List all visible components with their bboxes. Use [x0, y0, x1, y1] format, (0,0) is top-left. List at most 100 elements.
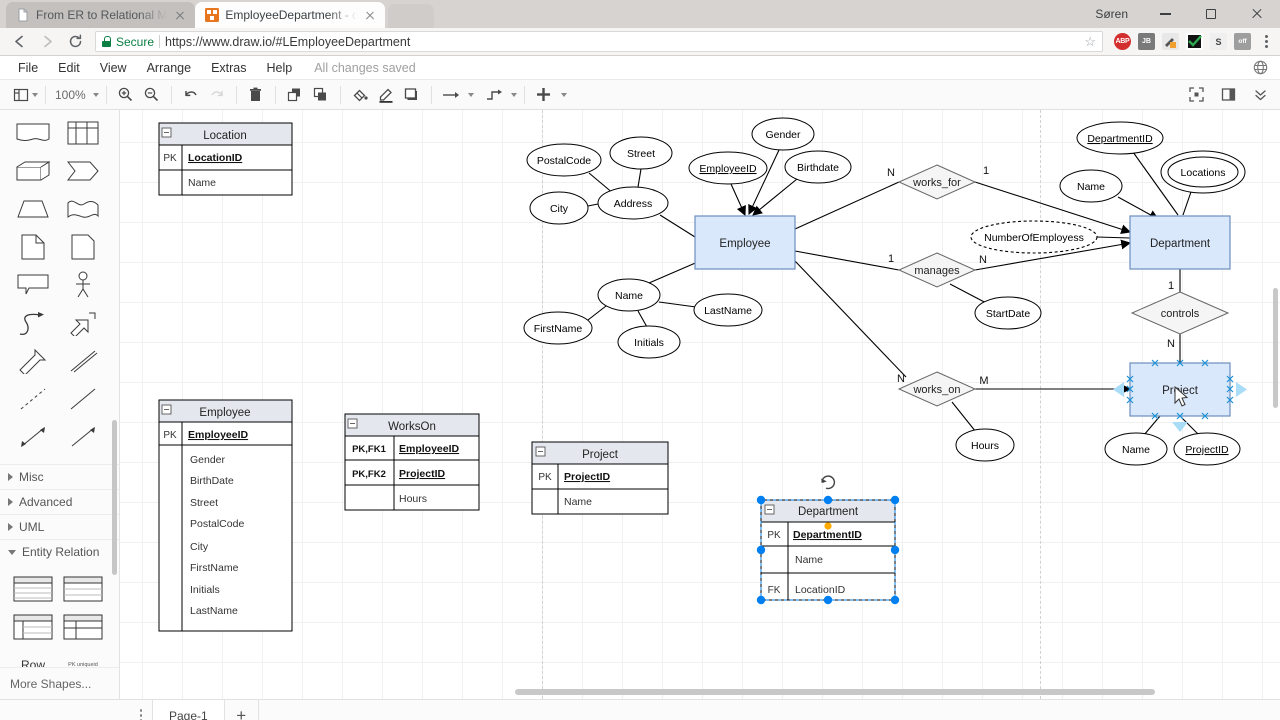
collapse-icon[interactable]	[1248, 83, 1272, 107]
page-menu-icon[interactable]	[130, 709, 152, 720]
browser-tab-2[interactable]: EmployeeDepartment - d	[195, 2, 386, 28]
menu-extras[interactable]: Extras	[201, 56, 256, 80]
drawio-icon	[205, 8, 220, 22]
more-shapes-label: More Shapes...	[10, 676, 92, 691]
table-location[interactable]: Location PK LocationID Name	[158, 122, 293, 196]
shape-block-arrow-icon[interactable]	[8, 342, 58, 380]
shadow-icon[interactable]	[400, 83, 424, 107]
menu-edit[interactable]: Edit	[48, 56, 90, 80]
insert-icon[interactable]	[532, 83, 556, 107]
cardinality-m-workson-right: M	[979, 375, 988, 387]
table-row-key: PK	[163, 430, 177, 441]
sidebar-section-misc[interactable]: Misc	[0, 464, 119, 489]
menu-file[interactable]: File	[8, 56, 48, 80]
shape-dashed-line-icon[interactable]	[8, 380, 58, 418]
window-minimize-button[interactable]	[1142, 0, 1188, 28]
sidebar-section-entity-relation-label: Entity Relation	[22, 545, 100, 559]
s-icon[interactable]: S	[1210, 33, 1227, 50]
table-employee[interactable]: Employee PK EmployeeID Gender BirthDate …	[158, 399, 293, 632]
to-back-icon[interactable]	[309, 83, 333, 107]
shape-actor-icon[interactable]	[58, 266, 108, 304]
shape-double-line-icon[interactable]	[58, 342, 108, 380]
zoom-level-label[interactable]: 100%	[53, 88, 88, 102]
table-department[interactable]: Department PK DepartmentID Name FK Locat…	[756, 475, 900, 605]
browser-tab-1-title: From ER to Relational M	[36, 8, 168, 22]
sidebar-section-uml[interactable]: UML	[0, 514, 119, 539]
er-shape-table4-icon[interactable]	[58, 608, 108, 646]
jb-icon[interactable]: JB	[1138, 33, 1155, 50]
fullscreen-icon[interactable]	[1184, 83, 1208, 107]
new-tab-button[interactable]	[388, 4, 435, 28]
waypoints-icon[interactable]	[482, 83, 506, 107]
add-page-button[interactable]: +	[225, 699, 259, 720]
abp-icon[interactable]: ABP	[1114, 33, 1131, 50]
bookmark-star-icon[interactable]: ☆	[1084, 34, 1096, 50]
sidebar-section-entity-relation[interactable]: Entity Relation	[0, 539, 119, 564]
browser-menu-icon[interactable]	[1258, 35, 1274, 48]
er-diagram: works_for manages controls works_on Post…	[158, 117, 1247, 632]
more-shapes-button[interactable]: More Shapes...	[0, 667, 119, 699]
table-row-field: LocationID	[795, 584, 846, 596]
table-workson[interactable]: WorksOn PK,FK1 EmployeeID PK,FK2 Project…	[344, 413, 480, 511]
back-button[interactable]	[6, 29, 32, 55]
menu-view[interactable]: View	[90, 56, 137, 80]
reload-button[interactable]	[62, 29, 88, 55]
address-bar[interactable]: Secure https://www.draw.io/#LEmployeeDep…	[95, 31, 1103, 52]
diagram-canvas[interactable]: works_for manages controls works_on Post…	[120, 110, 1280, 699]
er-shape-table3-icon[interactable]	[8, 608, 58, 646]
redo-icon[interactable]	[205, 83, 229, 107]
view-dropdown-button[interactable]	[13, 83, 38, 107]
table-row-key: PK	[163, 153, 177, 164]
shape-wave-icon[interactable]	[58, 190, 108, 228]
shape-chevron-icon[interactable]	[58, 152, 108, 190]
arrow-style-icon[interactable]	[439, 83, 463, 107]
shape-line-icon[interactable]	[58, 380, 108, 418]
page-tab-page1[interactable]: Page-1	[152, 699, 225, 720]
rotate-handle-icon[interactable]	[821, 475, 836, 490]
er-shape-table1-icon[interactable]	[8, 570, 58, 608]
table-row-key: FK	[768, 585, 781, 596]
shape-callout-icon[interactable]	[8, 266, 58, 304]
window-maximize-button[interactable]	[1188, 0, 1234, 28]
zoom-out-icon[interactable]	[140, 83, 164, 107]
shape-table-icon[interactable]	[58, 114, 108, 152]
checkmark-icon[interactable]	[1186, 33, 1203, 50]
sidebar-scrollbar[interactable]	[112, 420, 117, 575]
line-color-icon[interactable]	[374, 83, 398, 107]
er-shape-table2-icon[interactable]	[58, 570, 108, 608]
sidebar-section-advanced[interactable]: Advanced	[0, 489, 119, 514]
table-project[interactable]: Project PK ProjectID Name	[531, 441, 669, 515]
table-row-field: EmployeeID	[188, 429, 249, 441]
undo-icon[interactable]	[179, 83, 203, 107]
shape-simple-arrow-icon[interactable]	[58, 418, 108, 456]
tab-close-icon[interactable]	[363, 8, 377, 22]
tab-close-icon[interactable]	[173, 8, 187, 22]
shape-cube-icon[interactable]	[8, 152, 58, 190]
canvas-horizontal-scrollbar[interactable]	[515, 689, 1155, 695]
attribute-label-name-proj: Name	[1122, 444, 1150, 456]
shape-double-arrow-icon[interactable]	[58, 304, 108, 342]
shape-trapezoid-icon[interactable]	[8, 190, 58, 228]
to-front-icon[interactable]	[283, 83, 307, 107]
screenshot-icon[interactable]	[1162, 33, 1179, 50]
browser-tab-1[interactable]: From ER to Relational M	[6, 2, 196, 28]
attribute-label-address: Address	[614, 198, 653, 210]
off-icon[interactable]: off	[1234, 33, 1251, 50]
menu-help[interactable]: Help	[257, 56, 303, 80]
zoom-in-icon[interactable]	[114, 83, 138, 107]
forward-button[interactable]	[34, 29, 60, 55]
shape-card-icon[interactable]	[58, 228, 108, 266]
fill-color-icon[interactable]	[348, 83, 372, 107]
window-close-button[interactable]	[1234, 0, 1280, 28]
menu-arrange[interactable]: Arrange	[137, 56, 201, 80]
canvas-vertical-scrollbar[interactable]	[1273, 288, 1278, 408]
label-handle[interactable]	[824, 522, 832, 530]
table-row-field: City	[190, 541, 209, 553]
format-panel-icon[interactable]	[1216, 83, 1240, 107]
shape-document-icon[interactable]	[8, 114, 58, 152]
shape-curve-arrow-icon[interactable]	[8, 304, 58, 342]
delete-icon[interactable]	[244, 83, 268, 107]
globe-icon[interactable]	[1253, 60, 1268, 75]
shape-note-icon[interactable]	[8, 228, 58, 266]
shape-bidirectional-arrow-icon[interactable]	[8, 418, 58, 456]
